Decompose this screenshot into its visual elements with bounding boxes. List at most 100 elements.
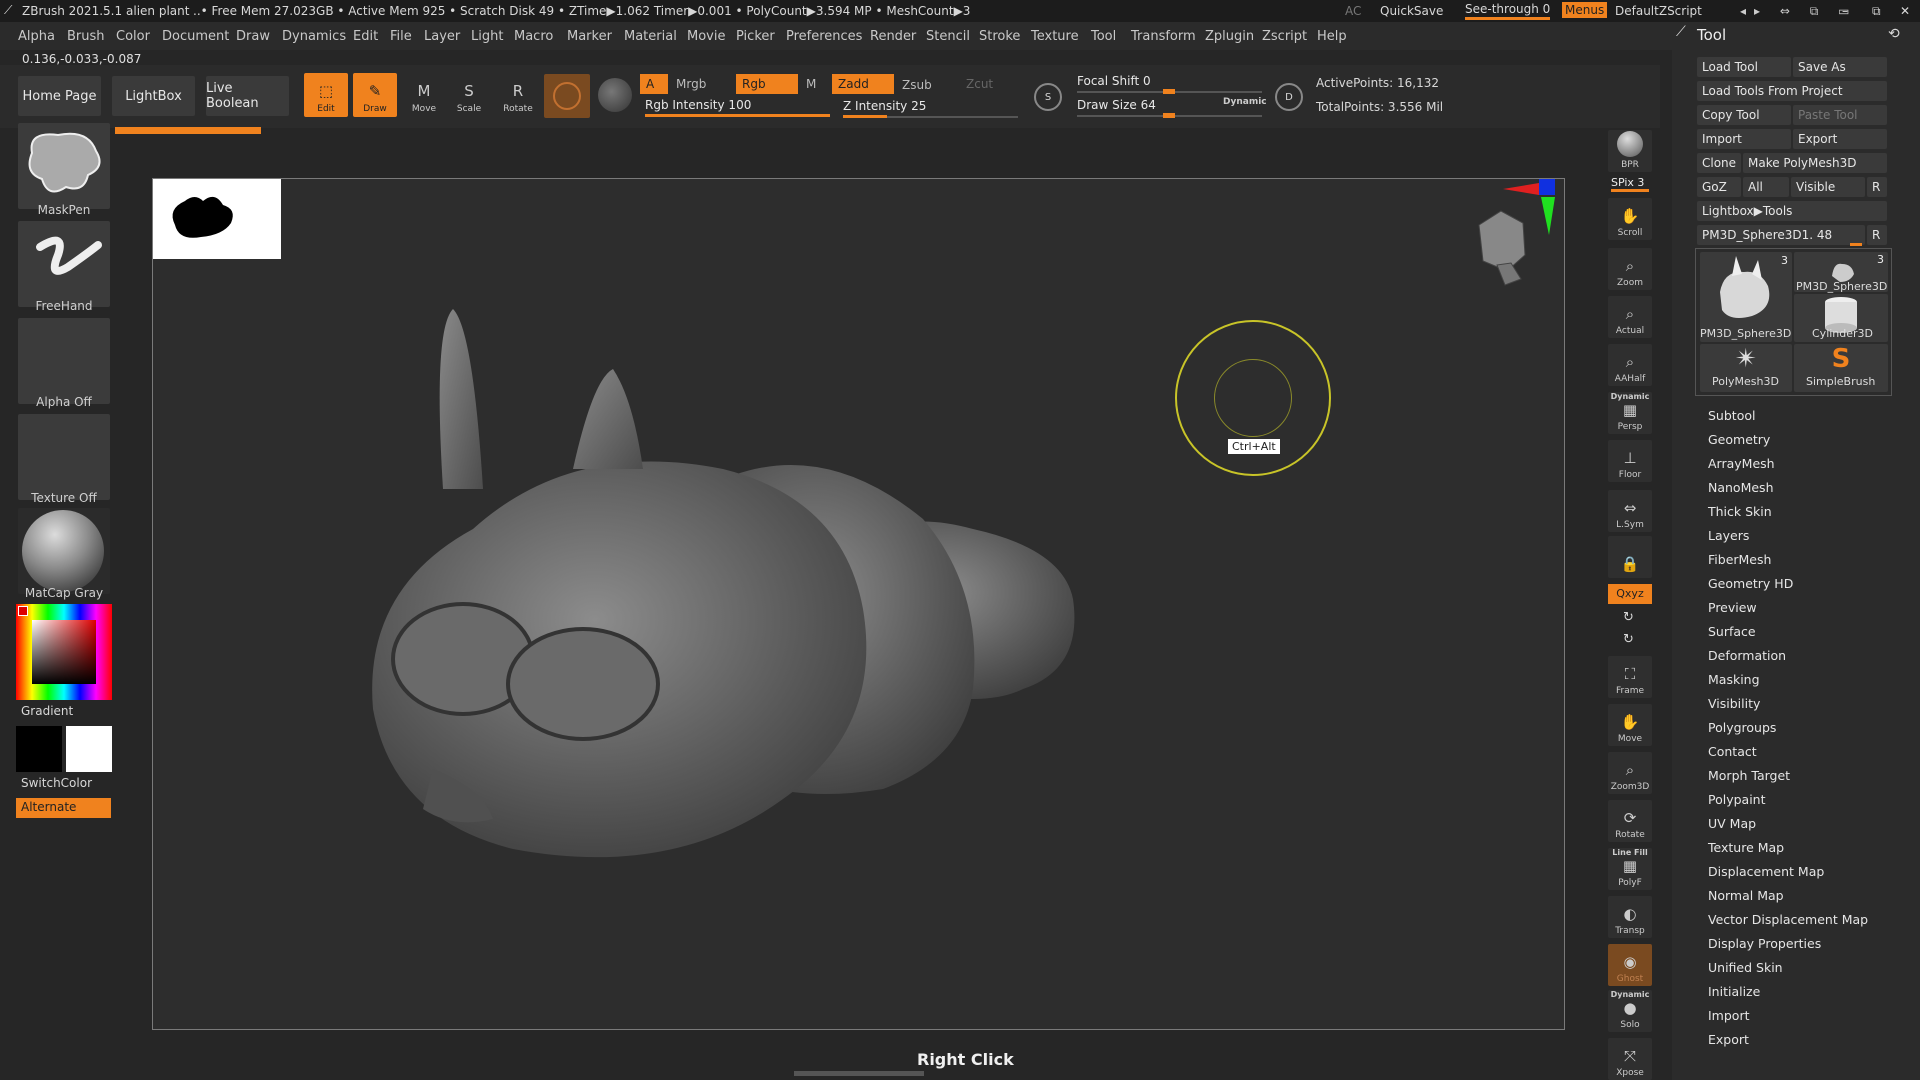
section-masking[interactable]: Masking bbox=[1708, 672, 1760, 687]
menu-stroke[interactable]: Stroke bbox=[979, 29, 1020, 44]
section-unified-skin[interactable]: Unified Skin bbox=[1708, 960, 1783, 975]
document-canvas[interactable]: Ctrl+Alt bbox=[152, 178, 1565, 1030]
lightbox-tools-button[interactable]: Lightbox▶Tools bbox=[1697, 201, 1887, 221]
menu-dynamics[interactable]: Dynamics bbox=[282, 29, 346, 44]
section-fibermesh[interactable]: FiberMesh bbox=[1708, 552, 1771, 567]
maximize-icon[interactable]: ⧉ bbox=[1872, 4, 1881, 19]
menu-edit[interactable]: Edit bbox=[353, 29, 378, 44]
stroke-thumbnail-freehand[interactable] bbox=[18, 221, 110, 307]
alternate-button[interactable]: Alternate bbox=[16, 798, 111, 818]
material-thumbnail[interactable] bbox=[18, 508, 110, 594]
section-vector-displacement-map[interactable]: Vector Displacement Map bbox=[1708, 912, 1868, 927]
ghost-button[interactable]: ◉ Ghost bbox=[1608, 944, 1652, 986]
save-as-button[interactable]: Save As bbox=[1793, 57, 1887, 77]
spix-slider[interactable]: SPix 3 bbox=[1611, 176, 1649, 192]
export-button[interactable]: Export bbox=[1793, 129, 1887, 149]
rotate-button[interactable]: R Rotate bbox=[496, 73, 540, 117]
reset-icon[interactable]: ⟲ bbox=[1888, 26, 1900, 42]
section-normal-map[interactable]: Normal Map bbox=[1708, 888, 1784, 903]
menu-brush[interactable]: Brush bbox=[67, 29, 105, 44]
scroll-button[interactable]: ✋ Scroll bbox=[1608, 198, 1652, 240]
menu-document[interactable]: Document bbox=[162, 29, 229, 44]
current-tool-r-button[interactable]: R bbox=[1867, 225, 1887, 245]
menu-stencil[interactable]: Stencil bbox=[926, 29, 970, 44]
floor-button[interactable]: ⊥ Floor bbox=[1608, 440, 1652, 482]
alpha-thumbnail[interactable] bbox=[18, 318, 110, 404]
zoom-button[interactable]: ⌕ Zoom bbox=[1608, 248, 1652, 290]
secondary-color-swatch[interactable] bbox=[66, 726, 112, 772]
texture-thumbnail[interactable] bbox=[18, 414, 110, 500]
section-thick-skin[interactable]: Thick Skin bbox=[1708, 504, 1772, 519]
lazy-mouse-s-button[interactable]: S bbox=[1034, 83, 1062, 111]
color-picker-square[interactable] bbox=[32, 620, 96, 684]
import-button[interactable]: Import bbox=[1697, 129, 1791, 149]
sculpt-model[interactable] bbox=[343, 289, 1103, 879]
clone-button[interactable]: Clone bbox=[1697, 153, 1741, 173]
current-tool-slider[interactable]: PM3D_Sphere3D1. 48 bbox=[1697, 225, 1865, 245]
section-surface[interactable]: Surface bbox=[1708, 624, 1756, 639]
layout-icons[interactable]: ◂▸ ⇔ ⧉ ▭ bbox=[1740, 4, 1857, 19]
bottom-tray-handle[interactable] bbox=[794, 1071, 924, 1076]
menu-marker[interactable]: Marker bbox=[567, 29, 612, 44]
color-picker[interactable] bbox=[16, 604, 112, 700]
draw-size-handle[interactable] bbox=[1163, 113, 1175, 118]
edit-button[interactable]: ⬚ Edit bbox=[304, 73, 348, 117]
menu-transform[interactable]: Transform bbox=[1131, 29, 1196, 44]
rotate-z-icon[interactable]: ↻ bbox=[1623, 632, 1634, 647]
see-through-slider[interactable]: See-through 0 bbox=[1465, 2, 1551, 20]
section-display-properties[interactable]: Display Properties bbox=[1708, 936, 1821, 951]
zsub-toggle[interactable]: Zsub bbox=[896, 75, 958, 95]
polyf-button[interactable]: Line Fill ▦ PolyF bbox=[1608, 848, 1652, 890]
solo-button[interactable]: Dynamic ● Solo bbox=[1608, 990, 1652, 1032]
section-initialize[interactable]: Initialize bbox=[1708, 984, 1760, 999]
menu-file[interactable]: File bbox=[390, 29, 412, 44]
stroke-swatch-button[interactable] bbox=[598, 78, 632, 112]
section-arraymesh[interactable]: ArrayMesh bbox=[1708, 456, 1775, 471]
brush-thumbnail-maskpen[interactable] bbox=[18, 123, 110, 209]
axis-gizmo[interactable] bbox=[1503, 179, 1565, 239]
frame-button[interactable]: ⛶ Frame bbox=[1608, 656, 1652, 698]
menu-draw[interactable]: Draw bbox=[236, 29, 270, 44]
draw-size-slider[interactable]: Draw Size 64 bbox=[1077, 98, 1156, 112]
menu-zplugin[interactable]: Zplugin bbox=[1205, 29, 1254, 44]
xyz-button[interactable]: Qxyz bbox=[1608, 584, 1652, 604]
section-uv-map[interactable]: UV Map bbox=[1708, 816, 1756, 831]
load-tools-from-project-button[interactable]: Load Tools From Project bbox=[1697, 81, 1887, 101]
menu-help[interactable]: Help bbox=[1317, 29, 1347, 44]
menu-alpha[interactable]: Alpha bbox=[18, 29, 55, 44]
menu-material[interactable]: Material bbox=[624, 29, 677, 44]
bpr-button[interactable]: BPR bbox=[1608, 130, 1652, 172]
zcut-toggle[interactable]: Zcut bbox=[960, 74, 1020, 94]
m-toggle[interactable]: M bbox=[800, 74, 830, 94]
rotate-view-button[interactable]: ⟳ Rotate bbox=[1608, 800, 1652, 842]
load-tool-button[interactable]: Load Tool bbox=[1697, 57, 1791, 77]
copy-tool-button[interactable]: Copy Tool bbox=[1697, 105, 1791, 125]
menu-macro[interactable]: Macro bbox=[514, 29, 553, 44]
quicksave-button[interactable]: QuickSave bbox=[1380, 4, 1443, 18]
lightbox-button[interactable]: LightBox bbox=[112, 76, 195, 116]
material-swatch-button[interactable] bbox=[544, 74, 590, 118]
lock-button[interactable]: 🔒 bbox=[1608, 536, 1652, 578]
a-toggle[interactable]: A bbox=[640, 74, 668, 94]
rgb-toggle[interactable]: Rgb bbox=[736, 74, 798, 94]
section-contact[interactable]: Contact bbox=[1708, 744, 1757, 759]
section-geometry-hd[interactable]: Geometry HD bbox=[1708, 576, 1793, 591]
mrgb-toggle[interactable]: Mrgb bbox=[670, 74, 736, 94]
section-polypaint[interactable]: Polypaint bbox=[1708, 792, 1766, 807]
focal-shift-handle[interactable] bbox=[1163, 89, 1175, 94]
menu-layer[interactable]: Layer bbox=[424, 29, 460, 44]
move-view-button[interactable]: ✋ Move bbox=[1608, 704, 1652, 746]
section-export[interactable]: Export bbox=[1708, 1032, 1749, 1047]
goz-all-button[interactable]: All bbox=[1743, 177, 1789, 197]
aahalf-button[interactable]: ⌕ AAHalf bbox=[1608, 344, 1652, 386]
menu-movie[interactable]: Movie bbox=[687, 29, 725, 44]
rotate-y-icon[interactable]: ↻ bbox=[1623, 610, 1634, 625]
paste-tool-button[interactable]: Paste Tool bbox=[1793, 105, 1887, 125]
section-deformation[interactable]: Deformation bbox=[1708, 648, 1786, 663]
section-visibility[interactable]: Visibility bbox=[1708, 696, 1760, 711]
tool-palette-pin-icon[interactable]: ⟋ bbox=[1676, 24, 1686, 40]
switch-color-button[interactable]: SwitchColor bbox=[21, 776, 92, 790]
rgb-intensity-slider[interactable]: Rgb Intensity 100 bbox=[645, 98, 751, 112]
lazy-mouse-d-button[interactable]: D bbox=[1275, 83, 1303, 111]
focal-shift-slider[interactable]: Focal Shift 0 bbox=[1077, 74, 1151, 88]
